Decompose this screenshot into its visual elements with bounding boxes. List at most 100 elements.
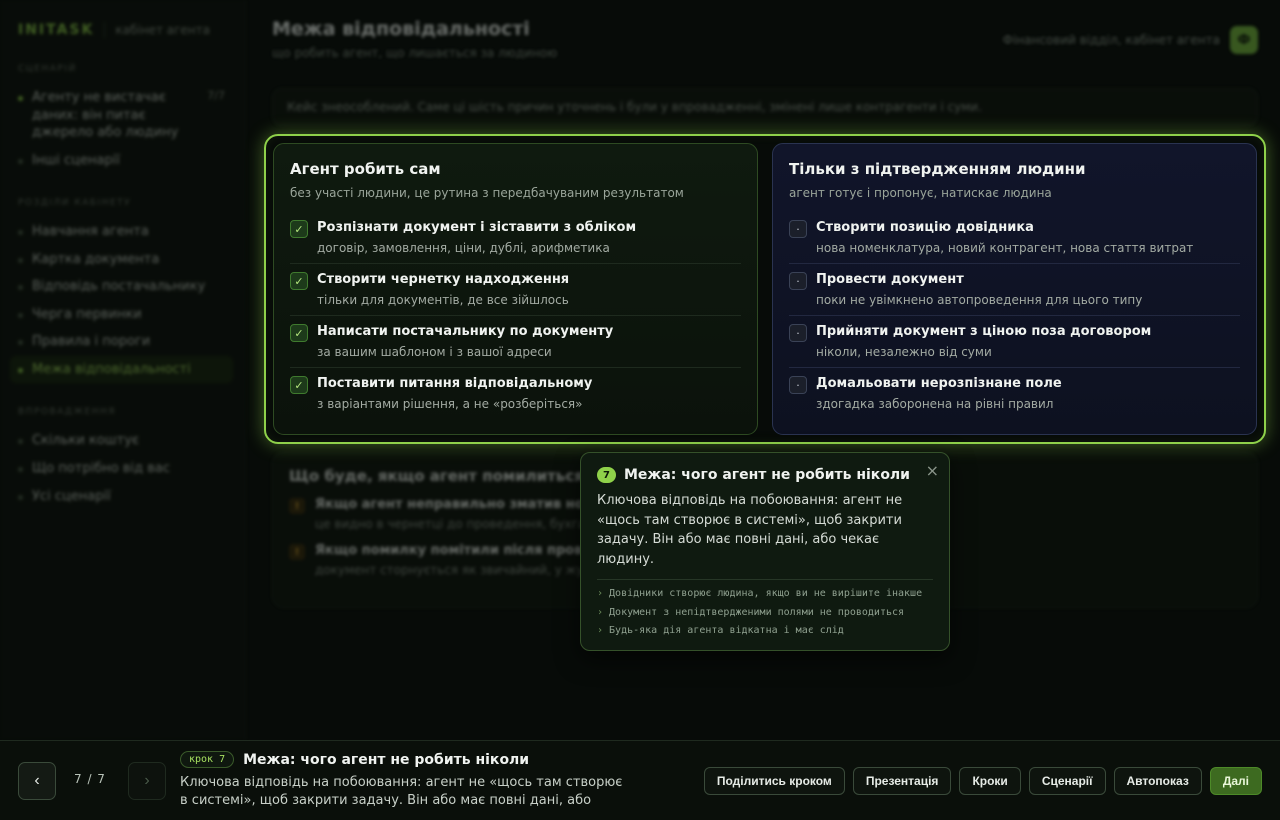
tooltip-title: Межа: чого агент не робить ніколи xyxy=(624,467,910,483)
sidebar-item-responsibility[interactable]: Межа відповідальності xyxy=(10,355,233,384)
next-button[interactable]: Далі xyxy=(1209,767,1262,795)
share-step-button[interactable]: Поділитись кроком xyxy=(703,767,845,795)
presentation-button[interactable]: Презентація xyxy=(852,767,952,795)
sidebar-item-document-card[interactable]: Картка документа xyxy=(18,246,233,274)
list-item-title: Розпізнати документ і зіставити з обліко… xyxy=(317,220,637,235)
sidebar-item-rules[interactable]: Правила і пороги xyxy=(18,328,233,356)
sidebar-item-supplier-reply[interactable]: Відповідь постачальнику xyxy=(18,273,233,301)
sidebar: INITASK кабінет агента СЦЕНАРІЙ Агенту н… xyxy=(0,0,246,740)
close-icon[interactable]: × xyxy=(926,461,939,480)
sidebar-item-agent-training[interactable]: Навчання агента xyxy=(18,218,233,246)
sidebar-item-all-scenarios[interactable]: Усі сценарії xyxy=(18,483,233,511)
bullet-icon xyxy=(18,158,23,164)
sidebar-item-label: Черга первинки xyxy=(32,306,142,322)
sidebar-item-label: Усі сценарії xyxy=(32,488,111,504)
sidebar-item-other-scenarios[interactable]: Інші сценарії xyxy=(18,147,233,175)
bullet-icon xyxy=(18,285,23,291)
bullet-icon xyxy=(18,367,23,373)
sidebar-item-label: Що потрібно від вас xyxy=(32,461,170,477)
sidebar-group-title: ВПРОВАДЖЕННЯ xyxy=(18,407,116,418)
warning-icon: ! xyxy=(289,544,305,560)
list-item: ✓ Розпізнати документ і зіставити з облі… xyxy=(290,212,741,264)
human-confirm-panel: Тільки з підтвердженням людини агент гот… xyxy=(772,143,1257,435)
responsibility-highlight: Агент робить сам без участі людини, це р… xyxy=(264,134,1266,444)
list-item-desc: тільки для документів, де все зійшлось xyxy=(317,293,569,307)
list-item-title: Створити чернетку надходження xyxy=(317,272,570,287)
dot-icon: · xyxy=(789,376,807,394)
sidebar-item-label: Картка документа xyxy=(32,251,160,267)
step-info: крок 7 Межа: чого агент не робить ніколи… xyxy=(180,751,630,810)
sidebar-item-label: Межа відповідальності xyxy=(32,361,191,377)
list-item-desc: ніколи, незалежно від суми xyxy=(816,345,992,359)
sidebar-item-primary-queue[interactable]: Черга первинки xyxy=(18,301,233,329)
chevron-right-icon: › xyxy=(597,588,604,599)
sidebar-item-count: 7/7 xyxy=(207,89,225,102)
bullet-icon xyxy=(18,312,23,318)
chevron-right-icon: › xyxy=(597,625,604,636)
tooltip-bullet: › Документ з непідтвердженими полями не … xyxy=(597,605,933,621)
step-chip: крок 7 xyxy=(180,751,235,768)
sidebar-item-label: Агенту не вистачає даних: він питає джер… xyxy=(32,90,179,141)
list-item: ✓ Створити чернетку надходження тільки д… xyxy=(290,264,741,316)
sidebar-group-scenario: СЦЕНАРІЙ Агенту не вистачає даних: він п… xyxy=(18,64,233,174)
sidebar-item-pricing[interactable]: Скільки коштує xyxy=(18,427,233,455)
sidebar-item-current-scenario[interactable]: Агенту не вистачає даних: він питає джер… xyxy=(18,84,233,147)
risk-item-desc: документ сторнується як звичайний, у жур… xyxy=(315,563,599,577)
list-item: · Домальовати нерозпізнане поле здогадка… xyxy=(789,368,1240,419)
tour-tooltip: 7 Межа: чого агент не робить ніколи × Кл… xyxy=(580,452,950,651)
list-item-desc: нова номенклатура, новий контрагент, нов… xyxy=(816,241,1194,255)
tour-bar: ‹ 7 / 7 › крок 7 Межа: чого агент не роб… xyxy=(0,740,1280,820)
list-item: · Створити позицію довідника нова номенк… xyxy=(789,212,1240,264)
sidebar-group-title: РОЗДІЛИ КАБІНЕТУ xyxy=(18,198,132,209)
panel-title: Тільки з підтвердженням людини xyxy=(789,160,1086,178)
sidebar-group-implementation: ВПРОВАДЖЕННЯ Скільки коштує Що потрібно … xyxy=(18,407,233,510)
bullet-icon xyxy=(18,230,23,236)
steps-button[interactable]: Кроки xyxy=(959,767,1021,795)
check-icon: ✓ xyxy=(290,324,308,342)
sidebar-item-label: Інші сценарії xyxy=(32,152,120,168)
chevron-right-icon: › xyxy=(597,606,604,618)
prev-step-button[interactable]: ‹ xyxy=(18,762,56,800)
list-item-desc: за вашим шаблоном і з вашої адреси xyxy=(317,345,552,359)
bullet-icon xyxy=(18,96,23,101)
scenarios-button[interactable]: Сценарії xyxy=(1028,767,1106,795)
dot-icon: · xyxy=(789,272,807,290)
tooltip-bullet: › Будь-яка дія агента відкатна і має слі… xyxy=(597,623,933,639)
bullet-icon xyxy=(18,257,23,263)
bullet-icon xyxy=(18,467,23,473)
avatar[interactable]: Ф xyxy=(1230,26,1258,54)
list-item: ✓ Написати постачальнику по документу за… xyxy=(290,316,741,368)
tooltip-body: Ключова відповідь на побоювання: агент н… xyxy=(597,493,903,567)
list-item-title: Поставити питання відповідальному xyxy=(317,376,593,391)
step-description: Ключова відповідь на побоювання: агент н… xyxy=(180,775,623,809)
list-item-title: Прийняти документ з ціною поза договором xyxy=(816,324,1152,339)
list-item: · Прийняти документ з ціною поза договор… xyxy=(789,316,1240,368)
bullet-icon xyxy=(18,340,23,346)
next-step-arrow-button[interactable]: › xyxy=(128,762,166,800)
check-icon: ✓ xyxy=(290,220,308,238)
sidebar-item-requirements[interactable]: Що потрібно від вас xyxy=(18,455,233,483)
step-counter: 7 / 7 xyxy=(74,772,106,786)
sidebar-item-label: Відповідь постачальнику xyxy=(32,279,206,295)
sidebar-item-label: Навчання агента xyxy=(32,224,149,240)
step-number-badge: 7 xyxy=(597,467,616,483)
header-context: Фінансовий відділ, кабінет агента Ф xyxy=(1003,26,1258,54)
check-icon: ✓ xyxy=(290,272,308,290)
panel-subtitle: без участі людини, це рутина з передбачу… xyxy=(290,186,684,200)
bullet-icon xyxy=(18,494,23,500)
bullet-icon xyxy=(18,439,23,445)
list-item-title: Створити позицію довідника xyxy=(816,220,1034,235)
risk-item-desc: це видно в чернетці до проведення, бухга… xyxy=(315,517,615,531)
autoplay-button[interactable]: Автопоказ xyxy=(1113,767,1202,795)
case-note: Кейс знеособлений. Саме ці шість причин … xyxy=(272,88,1258,126)
brand-divider xyxy=(104,22,106,38)
divider xyxy=(597,579,933,580)
list-item-title: Написати постачальнику по документу xyxy=(317,324,614,339)
tour-actions: Поділитись кроком Презентація Кроки Сцен… xyxy=(703,767,1262,795)
list-item-title: Провести документ xyxy=(816,272,964,287)
page-header: Межа відповідальності що робить агент, щ… xyxy=(272,18,1258,64)
sidebar-item-label: Правила і пороги xyxy=(32,334,151,350)
tooltip-bullet-text: Документ з непідтвердженими полями не пр… xyxy=(609,606,905,618)
check-icon: ✓ xyxy=(290,376,308,394)
sidebar-item-label: Скільки коштує xyxy=(32,433,140,449)
